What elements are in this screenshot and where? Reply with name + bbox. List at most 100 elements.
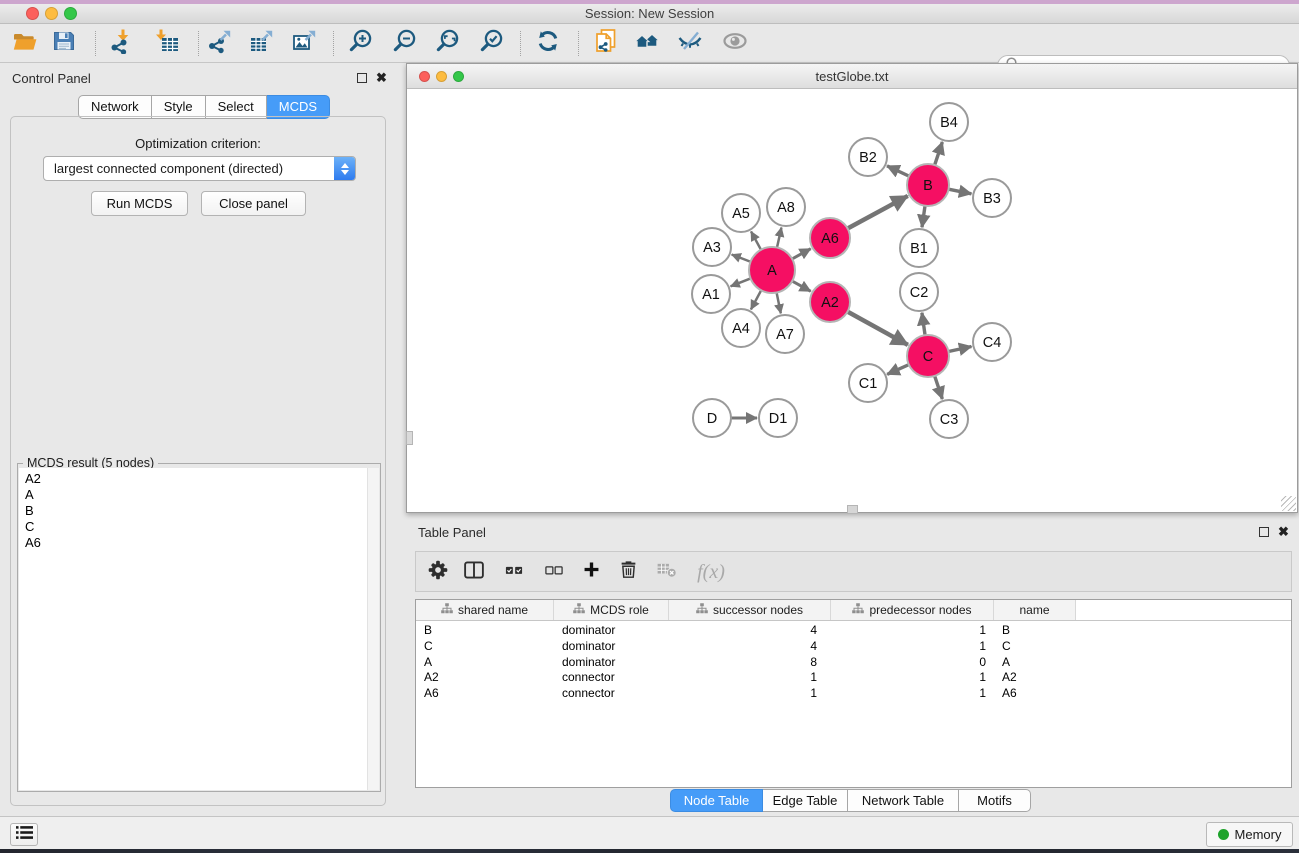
table-cell[interactable]: C <box>994 638 1076 654</box>
table-row[interactable]: A6connector11A6 <box>416 685 1291 701</box>
table-row[interactable]: Adominator80A <box>416 654 1291 670</box>
graph-edge-A-A8[interactable] <box>777 227 781 247</box>
column-header-shared-name[interactable]: shared name <box>416 600 554 620</box>
table-cell[interactable]: C <box>416 638 554 654</box>
graph-node-C1[interactable]: C1 <box>849 364 887 402</box>
import-table-button[interactable] <box>150 27 184 60</box>
table-cell[interactable]: 4 <box>669 638 831 654</box>
graph-edge-A-A1[interactable] <box>731 278 751 286</box>
mcds-result-item[interactable]: A2 <box>25 471 379 487</box>
network-graph-canvas[interactable]: B4B2BB3A8A5A6A3B1AC2A1A2A4A7C4CC1DD1C3 <box>407 89 1297 512</box>
graph-node-B[interactable]: B <box>907 164 949 206</box>
graph-node-B2[interactable]: B2 <box>849 138 887 176</box>
export-image-button[interactable] <box>288 27 322 60</box>
tab-motifs[interactable]: Motifs <box>959 789 1031 812</box>
table-cell[interactable]: 1 <box>831 685 994 701</box>
graph-node-B1[interactable]: B1 <box>900 229 938 267</box>
graph-node-B3[interactable]: B3 <box>973 179 1011 217</box>
graph-node-C4[interactable]: C4 <box>973 323 1011 361</box>
graph-node-C[interactable]: C <box>907 335 949 377</box>
table-cell[interactable]: A6 <box>994 685 1076 701</box>
graph-edge-A-A5[interactable] <box>751 231 761 249</box>
graph-node-A6[interactable]: A6 <box>810 218 850 258</box>
zoom-selected-button[interactable] <box>475 27 509 60</box>
open-session-button[interactable] <box>8 27 42 60</box>
duplicate-network-button[interactable] <box>589 27 623 60</box>
float-table-panel-icon[interactable] <box>1259 527 1269 537</box>
graph-node-A[interactable]: A <box>749 247 795 293</box>
network-bottom-handle[interactable] <box>847 505 858 514</box>
graph-edge-C-C3[interactable] <box>935 376 943 399</box>
graph-edge-C-C4[interactable] <box>949 346 972 351</box>
graph-node-A4[interactable]: A4 <box>722 309 760 347</box>
graph-edge-C-C1[interactable] <box>887 365 909 375</box>
task-history-button[interactable] <box>10 823 38 846</box>
network-left-handle[interactable] <box>406 431 413 445</box>
graph-node-B4[interactable]: B4 <box>930 103 968 141</box>
table-cell[interactable]: A <box>416 654 554 670</box>
graph-node-A3[interactable]: A3 <box>693 228 731 266</box>
show-selected-button[interactable] <box>718 27 752 60</box>
table-cell[interactable]: A2 <box>994 669 1076 685</box>
close-panel-icon[interactable]: ✖ <box>376 73 387 83</box>
graph-edge-A-A4[interactable] <box>751 290 761 309</box>
graph-edge-B-B4[interactable] <box>935 142 943 165</box>
table-cell[interactable]: 1 <box>669 669 831 685</box>
table-row[interactable]: Bdominator41B <box>416 622 1291 638</box>
mcds-result-list[interactable]: A2ABCA6 <box>19 468 379 790</box>
criterion-dropdown[interactable]: largest connected component (directed) <box>43 156 356 181</box>
deselect-all-button[interactable] <box>538 556 570 588</box>
gear-button[interactable] <box>422 556 454 588</box>
table-cell[interactable]: 1 <box>831 622 994 638</box>
minimize-window-icon[interactable] <box>45 7 58 20</box>
graph-edge-C-C2[interactable] <box>922 313 925 335</box>
graph-edge-A-A7[interactable] <box>777 293 781 314</box>
network-close-icon[interactable] <box>419 71 430 82</box>
tab-node-table[interactable]: Node Table <box>670 789 763 812</box>
home-button[interactable] <box>630 27 664 60</box>
mcds-result-scrollbar[interactable] <box>367 468 379 790</box>
close-window-icon[interactable] <box>26 7 39 20</box>
column-header-predecessor-nodes[interactable]: predecessor nodes <box>831 600 994 620</box>
hide-selected-button[interactable] <box>673 27 707 60</box>
graph-node-C3[interactable]: C3 <box>930 400 968 438</box>
network-resize-grip-icon[interactable] <box>1281 496 1296 511</box>
delete-row-button[interactable] <box>612 556 644 588</box>
table-cell[interactable]: 1 <box>831 638 994 654</box>
table-cell[interactable]: connector <box>554 685 669 701</box>
column-header-successor-nodes[interactable]: successor nodes <box>669 600 831 620</box>
float-panel-icon[interactable] <box>357 73 367 83</box>
graph-node-D1[interactable]: D1 <box>759 399 797 437</box>
tab-edge-table[interactable]: Edge Table <box>763 789 848 812</box>
close-panel-button[interactable]: Close panel <box>201 191 306 216</box>
table-cell[interactable]: 4 <box>669 622 831 638</box>
table-row[interactable]: Cdominator41C <box>416 638 1291 654</box>
split-panel-button[interactable] <box>458 556 490 588</box>
mcds-result-item[interactable]: A6 <box>25 535 379 551</box>
mcds-result-item[interactable]: A <box>25 487 379 503</box>
table-row[interactable]: A2connector11A2 <box>416 669 1291 685</box>
graph-edge-A6-B[interactable] <box>848 196 908 229</box>
graph-edge-B-B2[interactable] <box>887 166 909 176</box>
table-cell[interactable]: A2 <box>416 669 554 685</box>
graph-node-A1[interactable]: A1 <box>692 275 730 313</box>
mcds-result-item[interactable]: B <box>25 503 379 519</box>
table-cell[interactable]: B <box>994 622 1076 638</box>
import-network-button[interactable] <box>105 27 139 60</box>
maximize-window-icon[interactable] <box>64 7 77 20</box>
dropdown-stepper-icon[interactable] <box>334 157 355 180</box>
table-cell[interactable]: A <box>994 654 1076 670</box>
zoom-in-button[interactable] <box>344 27 378 60</box>
graph-node-C2[interactable]: C2 <box>900 273 938 311</box>
mcds-result-item[interactable]: C <box>25 519 379 535</box>
table-cell[interactable]: connector <box>554 669 669 685</box>
network-minimize-icon[interactable] <box>436 71 447 82</box>
column-header-name[interactable]: name <box>994 600 1076 620</box>
graph-edge-A-A2[interactable] <box>792 281 811 291</box>
save-session-button[interactable] <box>47 27 81 60</box>
memory-button[interactable]: Memory <box>1206 822 1293 847</box>
graph-edge-B-B1[interactable] <box>922 206 925 227</box>
graph-node-D[interactable]: D <box>693 399 731 437</box>
network-window-titlebar[interactable]: testGlobe.txt <box>407 64 1297 89</box>
graph-node-A7[interactable]: A7 <box>766 315 804 353</box>
